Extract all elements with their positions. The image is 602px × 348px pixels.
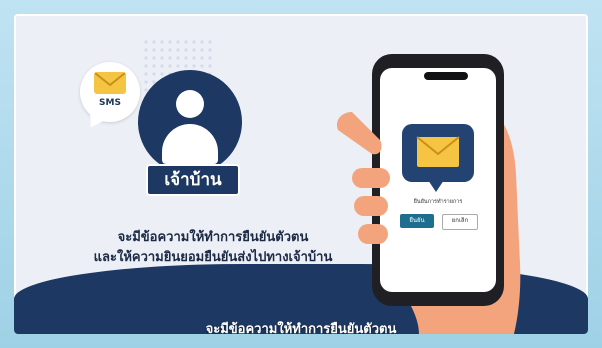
sms-label: SMS	[99, 98, 121, 108]
sms-bubble: SMS	[80, 62, 140, 122]
video-subtitle: จะมีข้อความให้ทำการยืนยันตัวตน	[205, 322, 397, 334]
user-icon-body	[162, 124, 218, 164]
user-icon	[176, 90, 204, 118]
video-frame: SMS เจ้าบ้าน จะมีข้อความให้ทำการยืนยันตั…	[0, 0, 602, 348]
user-avatar	[138, 70, 242, 174]
phone-notch	[424, 72, 468, 80]
envelope-icon	[94, 72, 126, 94]
instruction-caption: จะมีข้อความให้ทำการยืนยันตัวตน และให้ควา…	[78, 228, 348, 268]
caption-line-1: จะมีข้อความให้ทำการยืนยันตัวตน	[117, 230, 309, 245]
cancel-button[interactable]: ยกเลิก	[442, 214, 478, 230]
illustration-panel: SMS เจ้าบ้าน จะมีข้อความให้ทำการยืนยันตั…	[14, 14, 588, 334]
house-owner-label: เจ้าบ้าน	[146, 164, 240, 196]
hand-fingers	[336, 112, 390, 244]
